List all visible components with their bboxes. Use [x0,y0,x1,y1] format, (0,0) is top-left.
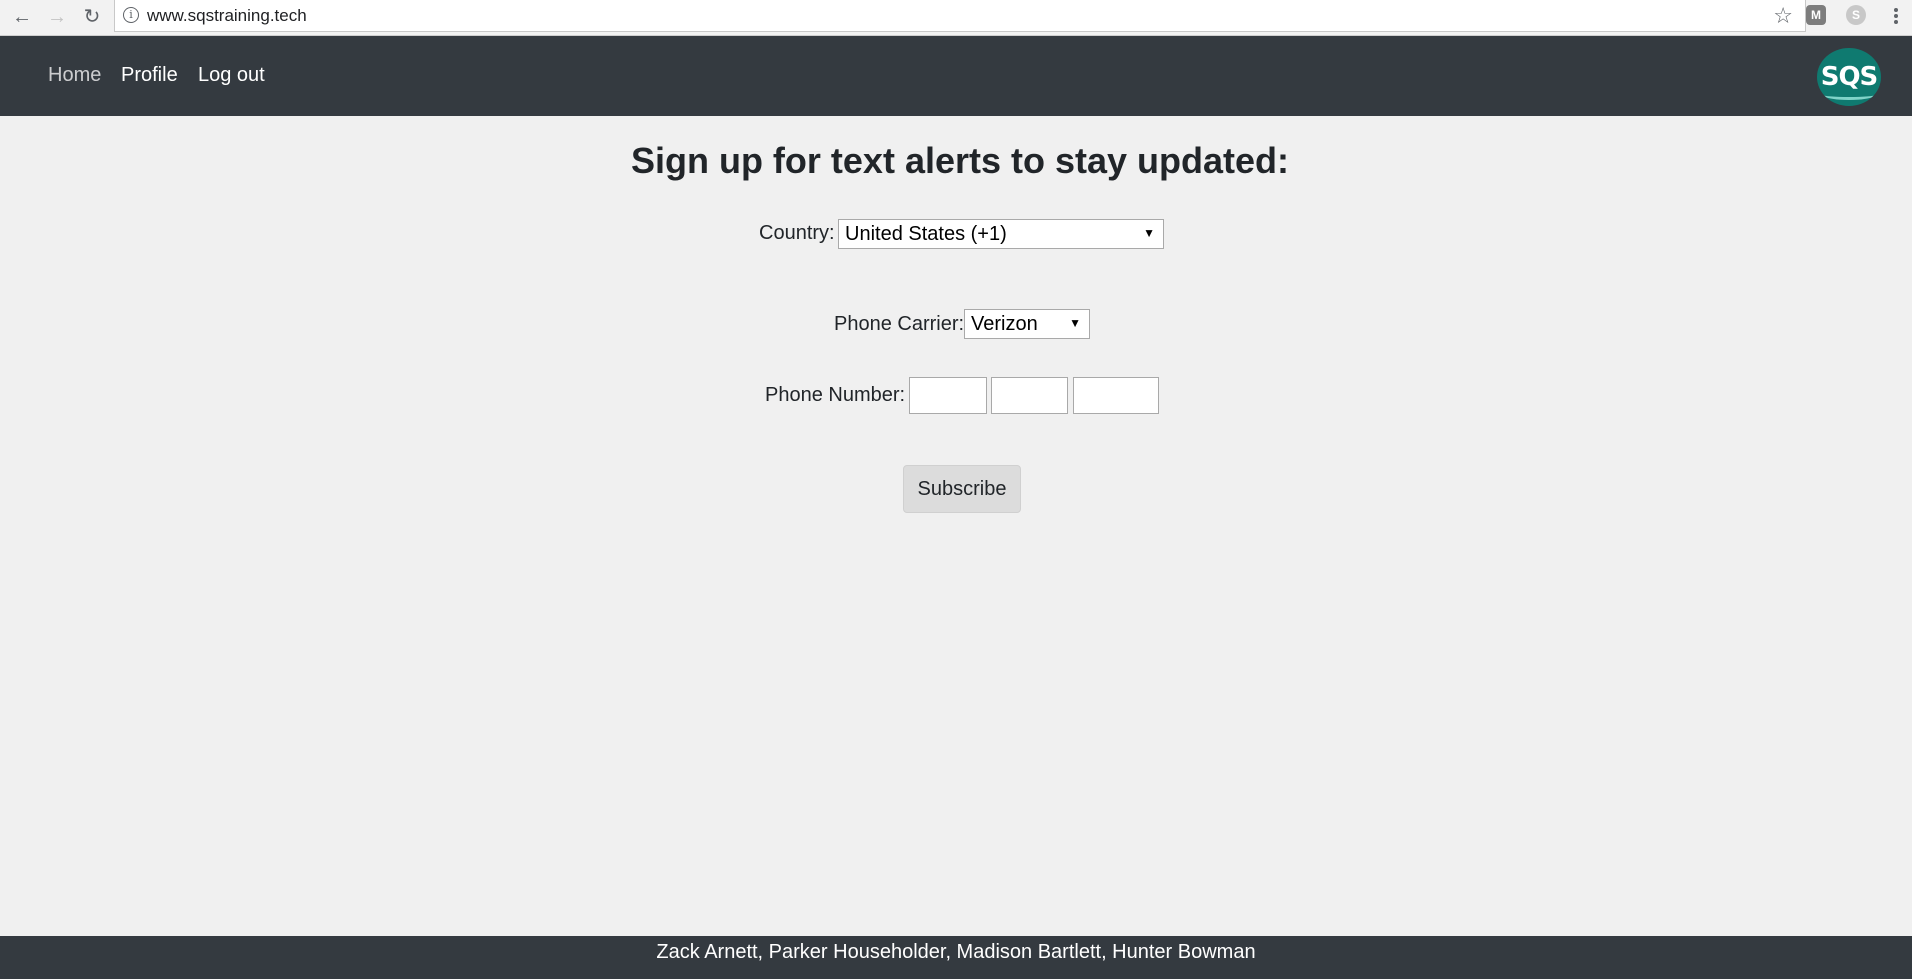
footer: Zack Arnett, Parker Householder, Madison… [0,936,1912,979]
page-title: Sign up for text alerts to stay updated: [630,140,1290,181]
subscribe-button[interactable]: Subscribe [903,465,1021,513]
logo-wave-icon [1823,90,1875,100]
nav-home-link[interactable]: Home [48,64,101,87]
dropdown-arrow-icon: ▼ [1069,316,1081,330]
info-icon[interactable]: i [123,7,139,23]
carrier-select[interactable]: Verizon ▼ [964,309,1090,339]
phone-line-input[interactable] [1073,377,1159,414]
phone-number-label: Phone Number: [765,384,906,406]
browser-toolbar: ← → ↻ i www.sqstraining.tech ☆ M S [0,0,1912,36]
skype-extension-icon[interactable]: S [1846,5,1866,25]
extension-icon[interactable]: M [1806,5,1826,25]
reload-icon[interactable]: ↻ [78,3,106,31]
address-bar-url[interactable]: www.sqstraining.tech [147,6,307,26]
dropdown-arrow-icon: ▼ [1143,226,1155,240]
address-bar[interactable]: i www.sqstraining.tech ☆ [114,0,1806,32]
logo-text: SQS [1820,62,1879,92]
phone-area-code-input[interactable] [909,377,987,414]
carrier-select-value: Verizon [971,313,1038,335]
sqs-logo[interactable]: SQS [1817,48,1881,106]
nav-logout-link[interactable]: Log out [198,64,265,87]
top-navbar: Home Profile Log out SQS [0,36,1912,116]
carrier-label: Phone Carrier: [834,313,965,335]
nav-profile-link[interactable]: Profile [121,64,178,87]
country-select-value: United States (+1) [845,223,1007,245]
main-content: Sign up for text alerts to stay updated:… [0,116,1912,936]
forward-arrow-icon[interactable]: → [43,3,71,31]
browser-menu-icon[interactable] [1888,3,1904,29]
bookmark-star-icon[interactable]: ☆ [1773,3,1793,29]
footer-credits: Zack Arnett, Parker Householder, Madison… [656,941,1256,963]
back-arrow-icon[interactable]: ← [8,3,36,31]
country-label: Country: [759,222,835,244]
phone-prefix-input[interactable] [991,377,1068,414]
country-select[interactable]: United States (+1) ▼ [838,219,1164,249]
